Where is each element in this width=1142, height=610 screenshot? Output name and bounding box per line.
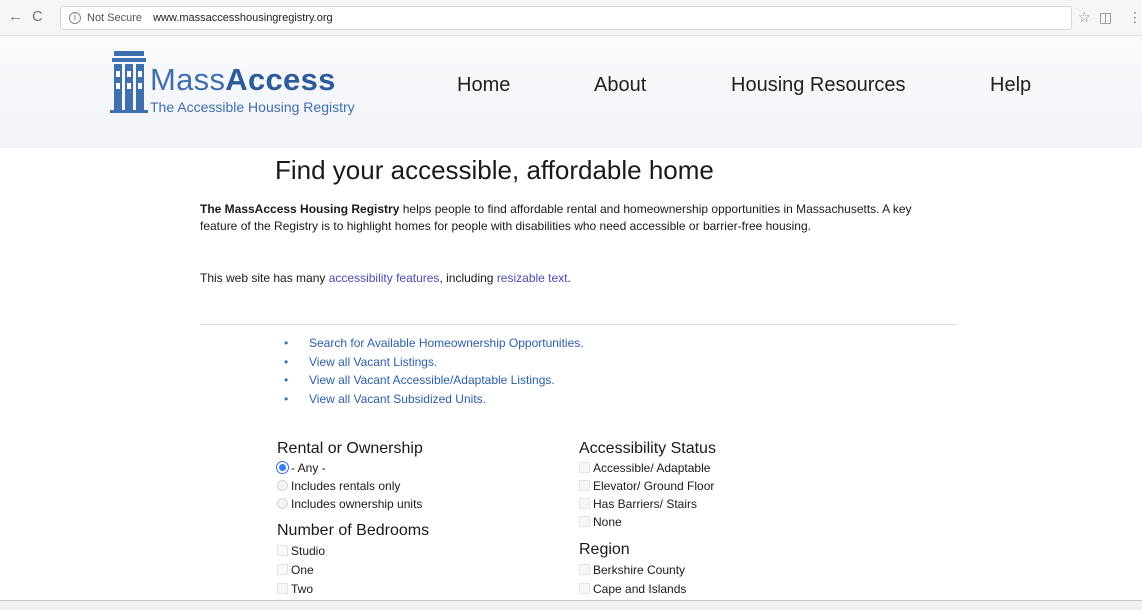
building-logo-icon [110, 51, 148, 113]
radio-icon[interactable] [277, 480, 288, 491]
accessibility-option-adaptable[interactable]: Accessible/ Adaptable [579, 459, 710, 477]
accessibility-option-none[interactable]: None [579, 513, 622, 531]
accessibility-option-label: Has Barriers/ Stairs [593, 497, 698, 511]
quick-links-list: • Search for Available Homeownership Oppo… [284, 334, 584, 408]
accessibility-note: This web site has many accessibility fea… [200, 271, 571, 285]
checkbox-icon[interactable] [579, 462, 590, 473]
accessibility-option-label: Accessible/ Adaptable [593, 461, 711, 475]
bedroom-option-label: Two [291, 582, 314, 596]
checkbox-icon[interactable] [579, 583, 590, 594]
site-header: MassAccess The Accessible Housing Regist… [0, 36, 1142, 148]
nav-home[interactable]: Home [457, 74, 510, 97]
bedroom-option-studio[interactable]: Studio [277, 542, 325, 560]
accessibility-option-barriers[interactable]: Has Barriers/ Stairs [579, 495, 697, 513]
address-bar[interactable]: i Not Secure www.massaccesshousingregist… [60, 6, 1072, 30]
reload-icon[interactable]: C [32, 9, 43, 25]
region-option-label: Cape and Islands [593, 582, 687, 596]
access-prefix: This web site has many [200, 271, 329, 285]
homeownership-search-link[interactable]: Search for Available Homeownership Oppor… [309, 336, 584, 350]
accessibility-option-label: Elevator/ Ground Floor [593, 479, 715, 493]
radio-selected-icon[interactable] [277, 462, 288, 473]
region-heading: Region [579, 541, 630, 558]
bullet-icon: • [284, 373, 289, 387]
checkbox-icon[interactable] [579, 498, 590, 509]
page-title: Find your accessible, affordable home [275, 155, 714, 185]
url-text: www.massaccesshousingregistry.org [153, 12, 333, 24]
nav-housing-resources[interactable]: Housing Resources [731, 74, 906, 97]
accessibility-status-heading: Accessibility Status [579, 440, 716, 457]
nav-help[interactable]: Help [990, 74, 1031, 97]
browser-menu-icon[interactable]: ⋮ [1128, 9, 1142, 25]
intro-paragraph: The MassAccess Housing Registry helps pe… [200, 201, 940, 235]
rental-option-any[interactable]: - Any - [277, 459, 326, 477]
radio-icon[interactable] [277, 498, 288, 509]
accessibility-option-elevator[interactable]: Elevator/ Ground Floor [579, 477, 714, 495]
subsidized-units-link[interactable]: View all Vacant Subsidized Units. [309, 392, 486, 406]
logo-tagline: The Accessible Housing Registry [150, 99, 355, 115]
access-suffix: . [567, 271, 571, 285]
bedroom-option-label: Studio [291, 544, 326, 558]
logo-name-mass: Mass [150, 62, 226, 97]
rental-option-ownership[interactable]: Includes ownership units [277, 495, 422, 513]
region-option-berkshire[interactable]: Berkshire County [579, 561, 685, 579]
region-option-label: Berkshire County [593, 563, 686, 577]
access-middle: , including [439, 271, 497, 285]
extension-icon[interactable]: ◫ [1099, 9, 1112, 25]
bullet-icon: • [284, 336, 289, 350]
region-option-cape[interactable]: Cape and Islands [579, 580, 686, 598]
bedroom-option-one[interactable]: One [277, 561, 314, 579]
accessibility-features-link[interactable]: accessibility features [329, 271, 440, 285]
quick-link-item: • View all Vacant Listings. [284, 353, 584, 372]
bullet-icon: • [284, 391, 289, 406]
checkbox-icon[interactable] [579, 564, 590, 575]
intro-bold: The MassAccess Housing Registry [200, 202, 400, 216]
checkbox-icon[interactable] [579, 516, 590, 527]
horizontal-scrollbar[interactable] [0, 600, 1142, 610]
quick-link-item: • View all Vacant Accessible/Adaptable Li… [284, 371, 584, 390]
site-logo[interactable]: MassAccess The Accessible Housing Regist… [110, 45, 390, 121]
quick-link-item: • Search for Available Homeownership Oppo… [284, 334, 584, 353]
security-label: Not Secure [87, 12, 143, 24]
browser-toolbar: ← C i Not Secure www.massaccesshousingre… [0, 0, 1142, 36]
checkbox-icon[interactable] [579, 480, 590, 491]
bullet-icon: • [284, 354, 289, 369]
back-arrow-icon[interactable]: ← [8, 9, 23, 25]
quick-link-item: • View all Vacant Subsidized Units. [284, 390, 584, 409]
checkbox-icon[interactable] [277, 545, 288, 556]
divider [200, 324, 957, 325]
rental-option-rentals[interactable]: Includes rentals only [277, 477, 400, 495]
checkbox-icon[interactable] [277, 583, 288, 594]
accessibility-option-label: None [593, 515, 622, 529]
rental-ownership-heading: Rental or Ownership [277, 440, 423, 457]
logo-name-access: Access [225, 62, 336, 97]
resizable-text-link[interactable]: resizable text [497, 271, 568, 285]
bedrooms-heading: Number of Bedrooms [277, 522, 430, 539]
nav-about[interactable]: About [594, 74, 646, 97]
rental-option-label: Includes ownership units [291, 497, 423, 511]
vacant-listings-link[interactable]: View all Vacant Listings. [309, 355, 437, 369]
logo-wordmark: MassAccess [150, 63, 336, 97]
accessible-listings-link[interactable]: View all Vacant Accessible/Adaptable Lis… [309, 373, 555, 387]
rental-option-label: - Any - [291, 461, 326, 475]
checkbox-icon[interactable] [277, 564, 288, 575]
info-icon[interactable]: i [69, 12, 81, 24]
rental-option-label: Includes rentals only [291, 479, 401, 493]
bookmark-star-icon[interactable]: ☆ [1078, 9, 1091, 25]
bedroom-option-label: One [291, 563, 314, 577]
bedroom-option-two[interactable]: Two [277, 580, 313, 598]
